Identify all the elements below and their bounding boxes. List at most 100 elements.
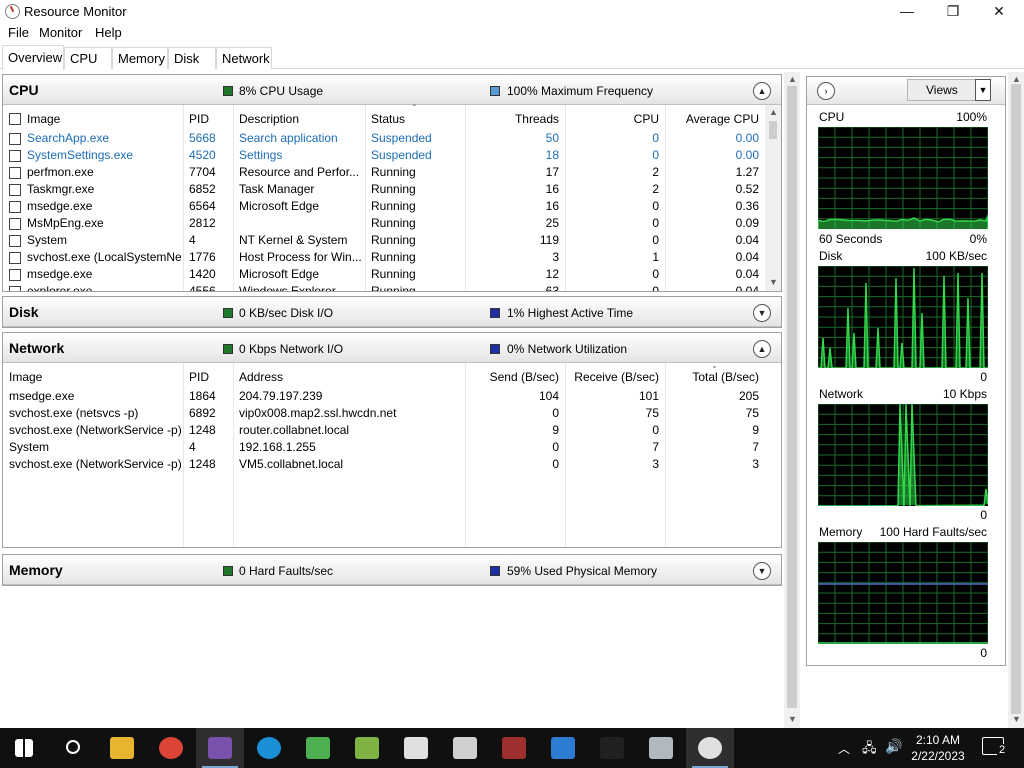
scroll-up-arrow-icon[interactable]: ▲	[769, 107, 778, 117]
memory-section-title: Memory	[9, 562, 63, 578]
windows-start-icon[interactable]	[0, 728, 48, 768]
cpu-list-scrollbar[interactable]: ▲ ▼	[765, 105, 781, 291]
collapse-chevron-up-icon[interactable]: ▲	[753, 82, 771, 100]
resource-monitor-icon[interactable]	[686, 728, 734, 768]
cpu-scroll-thumb[interactable]	[769, 121, 777, 139]
process-threads: 16	[465, 199, 559, 213]
tab-memory[interactable]: Memory	[112, 47, 168, 69]
show-hidden-icons-chevron-icon[interactable]: ︿	[838, 740, 850, 768]
network-status-icon[interactable]: 🖧	[862, 739, 877, 768]
col-send[interactable]: Send (B/sec)	[465, 370, 559, 384]
maximize-button[interactable]: ❐	[930, 0, 976, 23]
notepad-plus-icon[interactable]	[343, 728, 391, 768]
memory-graph	[818, 542, 988, 644]
network-address: VM5.collabnet.local	[239, 457, 461, 471]
col-pid[interactable]: PID	[189, 370, 209, 384]
expand-chevron-down-icon[interactable]: ▼	[753, 562, 771, 580]
tab-network[interactable]: Network	[216, 47, 272, 69]
notepad-blue-icon[interactable]	[539, 728, 587, 768]
file-explorer-icon[interactable]	[98, 728, 146, 768]
scroll-up-arrow-icon[interactable]: ▲	[788, 74, 797, 84]
col-pid[interactable]: PID	[189, 112, 209, 126]
minimize-button[interactable]: —	[884, 0, 930, 23]
network-image: msedge.exe	[9, 389, 181, 403]
command-prompt-icon[interactable]	[588, 728, 636, 768]
process-average-cpu: 0.36	[665, 199, 759, 213]
process-pid: 2812	[189, 216, 231, 230]
scroll-down-arrow-icon[interactable]: ▼	[1012, 714, 1021, 724]
sort-caret-icon: ⌄	[711, 361, 718, 370]
process-checkbox[interactable]	[9, 167, 21, 179]
col-receive[interactable]: Receive (B/sec)	[565, 370, 659, 384]
scroll-down-arrow-icon[interactable]: ▼	[769, 277, 778, 287]
graphs-scrollbar[interactable]: ▲ ▼	[1008, 72, 1024, 728]
chrome-icon[interactable]	[147, 728, 195, 768]
process-checkbox[interactable]	[9, 150, 21, 162]
search-icon[interactable]	[49, 728, 97, 768]
overview-scrollbar[interactable]: ▲ ▼	[784, 72, 800, 728]
blue-indicator-icon	[490, 344, 500, 354]
process-checkbox[interactable]	[9, 252, 21, 264]
col-description[interactable]: Description	[239, 112, 299, 126]
network-address: router.collabnet.local	[239, 423, 461, 437]
expand-chevron-right-icon[interactable]: ›	[817, 82, 835, 100]
col-image[interactable]: Image	[9, 370, 42, 384]
col-address[interactable]: Address	[239, 370, 283, 384]
cpu-graph-max: 100%	[929, 110, 987, 124]
process-checkbox[interactable]	[9, 286, 21, 291]
tab-cpu[interactable]: CPU	[64, 47, 112, 69]
process-checkbox[interactable]	[9, 218, 21, 230]
process-image: SearchApp.exe	[27, 131, 181, 145]
control-panel-icon[interactable]	[637, 728, 685, 768]
process-cpu: 0	[565, 284, 659, 291]
java-icon-glyph	[404, 737, 428, 759]
process-pid: 6852	[189, 182, 231, 196]
cpu-section-header[interactable]: CPU 8% CPU Usage 100% Maximum Frequency …	[3, 75, 781, 105]
col-status[interactable]: Status	[371, 112, 405, 126]
network-total: 9	[665, 423, 759, 437]
title-bar: Resource Monitor — ❐ ✕	[0, 0, 1024, 23]
green-indicator-icon	[223, 86, 233, 96]
winrar-icon[interactable]	[490, 728, 538, 768]
scroll-up-arrow-icon[interactable]: ▲	[1012, 74, 1021, 84]
app-green-icon[interactable]	[294, 728, 342, 768]
edge-icon[interactable]	[245, 728, 293, 768]
network-send: 104	[465, 389, 559, 403]
close-button[interactable]: ✕	[976, 0, 1022, 23]
process-description: NT Kernel & System	[239, 233, 361, 247]
overview-scroll-thumb[interactable]	[787, 86, 797, 708]
process-checkbox[interactable]	[9, 201, 21, 213]
col-cpu[interactable]: CPU	[565, 112, 659, 126]
process-cpu: 0	[565, 131, 659, 145]
collapse-chevron-up-icon[interactable]: ▲	[753, 340, 771, 358]
cpu-frequency-stat: 100% Maximum Frequency	[507, 84, 653, 98]
menu-help[interactable]: Help	[95, 25, 122, 40]
disk-section-header[interactable]: Disk 0 KB/sec Disk I/O 1% Highest Active…	[3, 297, 781, 327]
process-checkbox[interactable]	[9, 269, 21, 281]
7zip-icon[interactable]	[441, 728, 489, 768]
visual-studio-icon[interactable]	[196, 728, 244, 768]
expand-chevron-down-icon[interactable]: ▼	[753, 304, 771, 322]
network-section-header[interactable]: Network 0 Kbps Network I/O 0% Network Ut…	[3, 333, 781, 363]
select-all-checkbox[interactable]	[9, 113, 21, 125]
col-image[interactable]: Image	[27, 112, 60, 126]
clock-date[interactable]: 2/22/2023	[904, 749, 972, 768]
menu-file[interactable]: File	[8, 25, 29, 40]
views-dropdown-icon[interactable]: ▼	[975, 79, 991, 101]
process-checkbox[interactable]	[9, 133, 21, 145]
col-average-cpu[interactable]: Average CPU	[665, 112, 759, 126]
process-checkbox[interactable]	[9, 184, 21, 196]
menu-monitor[interactable]: Monitor	[39, 25, 82, 40]
col-threads[interactable]: Threads	[465, 112, 559, 126]
tab-overview[interactable]: Overview	[2, 45, 64, 70]
volume-icon[interactable]: 🔊	[885, 738, 902, 768]
memory-section-header[interactable]: Memory 0 Hard Faults/sec 59% Used Physic…	[3, 555, 781, 585]
tab-disk[interactable]: Disk	[168, 47, 216, 69]
col-total[interactable]: Total (B/sec)	[665, 370, 759, 384]
scroll-down-arrow-icon[interactable]: ▼	[788, 714, 797, 724]
graphs-scroll-thumb[interactable]	[1011, 84, 1021, 714]
network-receive: 3	[565, 457, 659, 471]
java-icon[interactable]	[392, 728, 440, 768]
process-average-cpu: 0.00	[665, 148, 759, 162]
process-checkbox[interactable]	[9, 235, 21, 247]
